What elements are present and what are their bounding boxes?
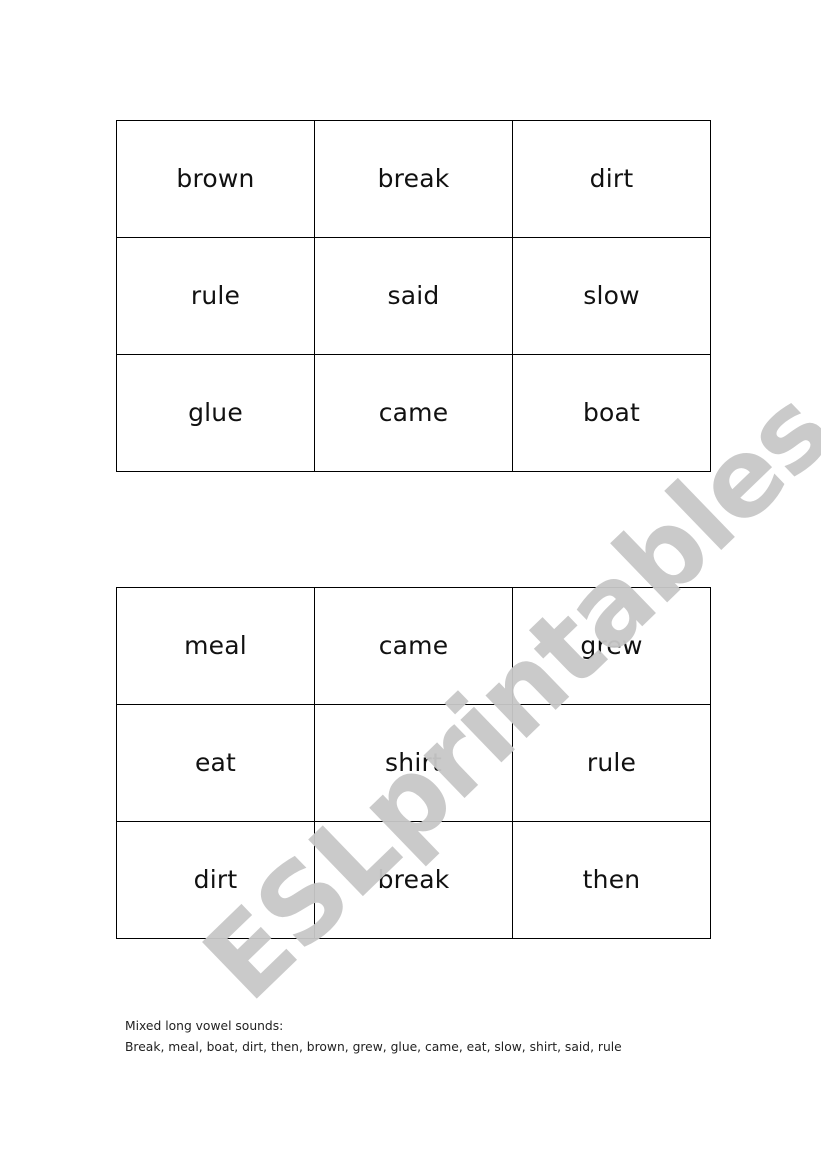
cell-word: grew — [580, 630, 643, 660]
word-cell: slow — [512, 237, 711, 355]
cell-word: break — [377, 864, 450, 894]
word-cell: came — [314, 587, 513, 705]
cell-word: rule — [190, 280, 241, 310]
word-cell: dirt — [116, 821, 315, 939]
cell-word: break — [377, 163, 450, 193]
table-row: rule said slow — [116, 237, 711, 355]
table-row: meal came grew — [116, 587, 711, 705]
word-cell: brown — [116, 120, 315, 238]
word-cell: said — [314, 237, 513, 355]
cell-word: came — [378, 397, 449, 427]
word-cell: glue — [116, 354, 315, 472]
word-list-words: Break, meal, boat, dirt, then, brown, gr… — [125, 1040, 622, 1054]
word-cell: meal — [116, 587, 315, 705]
cell-word: slow — [583, 280, 640, 310]
cell-word: dirt — [589, 163, 634, 193]
table-row: dirt break then — [116, 821, 711, 939]
word-cell: eat — [116, 704, 315, 822]
cell-word: shirt — [385, 747, 442, 777]
word-cell: grew — [512, 587, 711, 705]
word-cell: shirt — [314, 704, 513, 822]
word-cell: rule — [512, 704, 711, 822]
word-cell: break — [314, 120, 513, 238]
word-list-title: Mixed long vowel sounds: — [125, 1019, 284, 1033]
word-list: Mixed long vowel sounds: Break, meal, bo… — [125, 1016, 622, 1058]
table-row: brown break dirt — [116, 120, 711, 238]
word-cell: boat — [512, 354, 711, 472]
cell-word: boat — [582, 397, 641, 427]
word-cell: came — [314, 354, 513, 472]
cell-word: meal — [184, 630, 247, 660]
cell-word: eat — [194, 747, 237, 777]
word-cell: then — [512, 821, 711, 939]
cell-word: brown — [176, 163, 255, 193]
bingo-card-2: meal came grew eat shirt rule dirt break… — [116, 587, 711, 939]
table-row: eat shirt rule — [116, 704, 711, 822]
word-cell: break — [314, 821, 513, 939]
bingo-card-1: brown break dirt rule said slow glue cam… — [116, 120, 711, 472]
cell-word: glue — [188, 397, 243, 427]
cell-word: then — [582, 864, 641, 894]
word-cell: dirt — [512, 120, 711, 238]
cell-word: rule — [586, 747, 637, 777]
cell-word: dirt — [193, 864, 238, 894]
table-row: glue came boat — [116, 354, 711, 472]
cell-word: said — [387, 280, 440, 310]
cell-word: came — [378, 630, 449, 660]
word-cell: rule — [116, 237, 315, 355]
